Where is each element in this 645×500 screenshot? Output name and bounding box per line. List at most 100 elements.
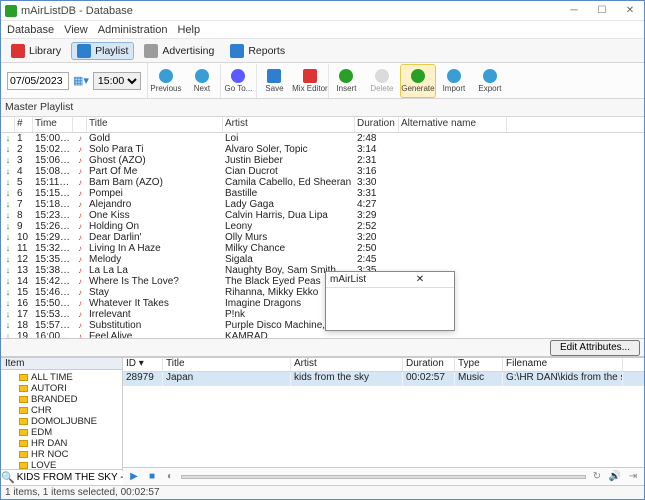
- grid-row[interactable]: 28979 Japan kids from the sky 00:02:57 M…: [123, 372, 644, 386]
- tab-playlist[interactable]: Playlist: [71, 42, 134, 60]
- play-button[interactable]: ▶: [127, 470, 141, 484]
- menu-help[interactable]: Help: [177, 24, 200, 36]
- mixeditor-button[interactable]: Mix Editor: [292, 64, 328, 98]
- date-field[interactable]: [7, 72, 69, 90]
- save-button[interactable]: Save: [256, 64, 292, 98]
- tree-node[interactable]: DOMOLJUBNE: [1, 416, 122, 427]
- row-altname: [399, 210, 507, 221]
- playlist-row[interactable]: ↓815:23:16♪One KissCalvin Harris, Dua Li…: [1, 210, 644, 221]
- row-time: 15:57:26: [33, 320, 73, 331]
- previous-button[interactable]: Previous: [148, 64, 184, 98]
- import-label: Import: [443, 84, 466, 93]
- row-title: Feel Alive: [87, 331, 223, 338]
- maximize-button[interactable]: ☐: [588, 1, 616, 21]
- tree-node[interactable]: LOVE: [1, 460, 122, 469]
- arrow-down-icon: ↓: [1, 309, 15, 320]
- volume-icon[interactable]: 🔊: [608, 470, 622, 484]
- menu-view[interactable]: View: [64, 24, 88, 36]
- row-altname: [399, 199, 507, 210]
- to-end-button[interactable]: ⇥: [626, 470, 640, 484]
- playlist-row[interactable]: ↓215:02:47♪Solo Para TiAlvaro Soler, Top…: [1, 144, 644, 155]
- playlist-row[interactable]: ↓1415:42:08♪Where Is The Love?The Black …: [1, 276, 644, 287]
- playlist-row[interactable]: ↓315:06:01♪Ghost (AZO)Justin Bieber2:31: [1, 155, 644, 166]
- playlist-row[interactable]: ↓1615:50:24♪Whatever It TakesImagine Dra…: [1, 298, 644, 309]
- pfl-button[interactable]: ◐: [163, 470, 177, 484]
- calendar-icon[interactable]: ▦▾: [73, 74, 89, 87]
- tab-advertising[interactable]: Advertising: [138, 42, 220, 60]
- playlist-row[interactable]: ↓415:08:33♪Part Of MeCian Ducrot3:16: [1, 166, 644, 177]
- col-num[interactable]: #: [15, 117, 33, 132]
- stop-button[interactable]: ■: [145, 470, 159, 484]
- playlist-row[interactable]: ↓915:26:45♪Holding OnLeony2:52: [1, 221, 644, 232]
- col-time[interactable]: Time: [33, 117, 73, 132]
- row-title: Living In A Haze: [87, 243, 223, 254]
- playlist-row[interactable]: ↓515:11:49♪Bam Bam (AZO)Camila Cabello, …: [1, 177, 644, 188]
- music-icon: ♪: [73, 177, 87, 188]
- col-artist[interactable]: Artist: [223, 117, 355, 132]
- folder-icon: [19, 385, 28, 392]
- gcol-artist[interactable]: Artist: [291, 358, 403, 371]
- row-artist: Sigala: [223, 254, 355, 265]
- playlist-row[interactable]: ↓1815:57:26♪SubstitutionPurple Disco Mac…: [1, 320, 644, 331]
- tree-node[interactable]: HR DAN: [1, 438, 122, 449]
- tree-node[interactable]: HR NOC: [1, 449, 122, 460]
- window-title: mAirListDB - Database: [21, 5, 560, 17]
- delete-button[interactable]: Delete: [364, 64, 400, 98]
- tab-library[interactable]: Library: [5, 42, 67, 60]
- col-altname[interactable]: Alternative name: [399, 117, 507, 132]
- row-title: Melody: [87, 254, 223, 265]
- playlist-row[interactable]: ↓1115:32:57♪Living In A HazeMilky Chance…: [1, 243, 644, 254]
- arrow-down-icon: ↓: [1, 276, 15, 287]
- playlist-row[interactable]: ↓1715:53:39♪IrrelevantP!nk3:46: [1, 309, 644, 320]
- edit-attributes-button[interactable]: Edit Attributes...: [550, 340, 640, 356]
- tree-node[interactable]: BRANDED: [1, 394, 122, 405]
- gcol-duration[interactable]: Duration: [403, 358, 455, 371]
- playlist-row[interactable]: ↓1916:00:24♪Feel AliveKAMRAD: [1, 331, 644, 338]
- menu-database[interactable]: Database: [7, 24, 54, 36]
- folder-tree[interactable]: ALL TIMEAUTORIBRANDEDCHRDOMOLJUBNEEDMHR …: [1, 370, 122, 469]
- playlist-row[interactable]: ↓1515:46:34♪StayRihanna, Mikky Ekko3:50: [1, 287, 644, 298]
- next-button[interactable]: Next: [184, 64, 220, 98]
- popup-close-button[interactable]: ✕: [390, 274, 450, 285]
- playlist-row[interactable]: ↓615:15:19♪PompeiBastille3:31: [1, 188, 644, 199]
- hour-select[interactable]: 15:00: [93, 72, 141, 90]
- music-icon: ♪: [73, 309, 87, 320]
- search-icon[interactable]: 🔍: [1, 471, 15, 484]
- col-title[interactable]: Title: [87, 117, 223, 132]
- grid-header: ID ▾ Title Artist Duration Type Filename: [123, 358, 644, 372]
- playlist-row[interactable]: ↓1215:35:48♪MelodySigala2:45: [1, 254, 644, 265]
- goto-button[interactable]: Go To...: [220, 64, 256, 98]
- folder-icon: [19, 374, 28, 381]
- loop-button[interactable]: ↻: [590, 470, 604, 484]
- tab-reports[interactable]: Reports: [224, 42, 291, 60]
- gcol-type[interactable]: Type: [455, 358, 503, 371]
- import-button[interactable]: Import: [436, 64, 472, 98]
- generate-button[interactable]: Generate: [400, 64, 436, 98]
- close-button[interactable]: ✕: [616, 1, 644, 21]
- grow-id: 28979: [123, 372, 163, 386]
- col-icon[interactable]: [1, 117, 15, 132]
- music-icon: ♪: [73, 166, 87, 177]
- seek-slider[interactable]: [181, 475, 586, 479]
- tree-node[interactable]: CHR: [1, 405, 122, 416]
- tree-node[interactable]: AUTORI: [1, 383, 122, 394]
- popup-dialog[interactable]: mAirList ✕: [325, 271, 455, 331]
- playlist-row[interactable]: ↓1015:29:37♪Dear Darlin'Olly Murs3:20: [1, 232, 644, 243]
- playlist-row[interactable]: ↓115:00:00♪GoldLoi2:48: [1, 133, 644, 144]
- status-text: 1 items, 1 items selected, 00:02:57: [5, 487, 160, 498]
- menu-administration[interactable]: Administration: [98, 24, 168, 36]
- gcol-id[interactable]: ID ▾: [123, 358, 163, 371]
- insert-button[interactable]: Insert: [328, 64, 364, 98]
- gcol-filename[interactable]: Filename: [503, 358, 623, 371]
- tree-node[interactable]: ALL TIME: [1, 372, 122, 383]
- playlist-row[interactable]: ↓715:18:50♪AlejandroLady Gaga4:27: [1, 199, 644, 210]
- col-type[interactable]: [73, 117, 87, 132]
- playlist-row[interactable]: ↓1315:38:33♪La La LaNaughty Boy, Sam Smi…: [1, 265, 644, 276]
- tree-node[interactable]: EDM: [1, 427, 122, 438]
- export-button[interactable]: Export: [472, 64, 508, 98]
- row-altname: [399, 331, 507, 338]
- gcol-title[interactable]: Title: [163, 358, 291, 371]
- col-duration[interactable]: Duration: [355, 117, 399, 132]
- save-label: Save: [265, 84, 283, 93]
- minimize-button[interactable]: ─: [560, 1, 588, 21]
